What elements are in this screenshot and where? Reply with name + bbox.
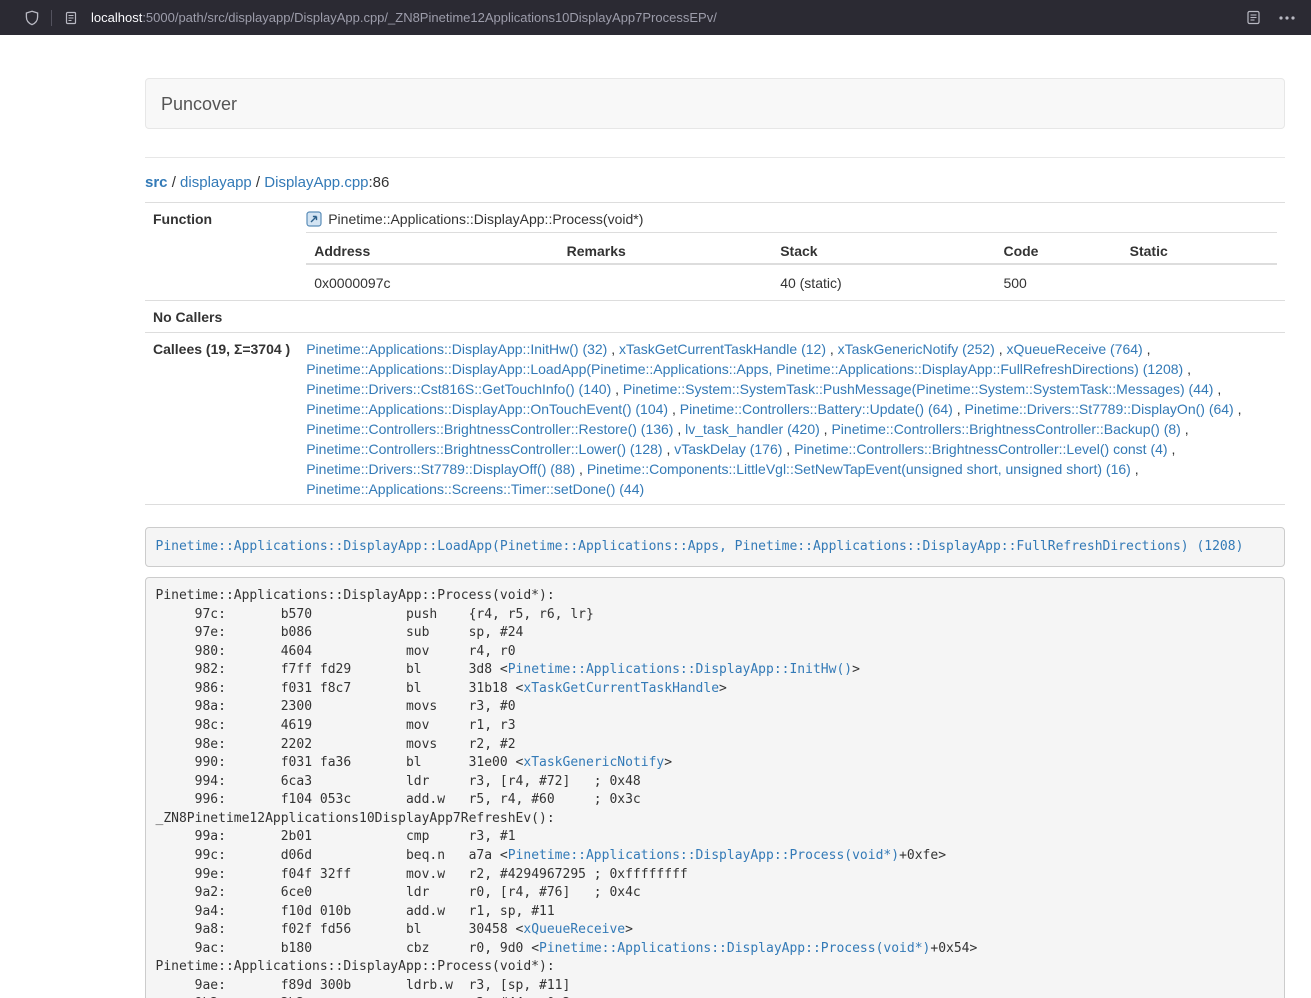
content-divider xyxy=(145,157,1285,158)
disassembly-block: Pinetime::Applications::DisplayApp::Proc… xyxy=(145,577,1285,998)
detail-cell: 40 (static) xyxy=(772,264,995,295)
breadcrumb-link[interactable]: DisplayApp.cpp xyxy=(264,174,368,191)
callees-row: Callees (19, Σ=3704 ) Pinetime::Applicat… xyxy=(145,333,1285,505)
callee-link[interactable]: Pinetime::Applications::DisplayApp::OnTo… xyxy=(306,401,668,417)
callees-label: Callees (19, Σ=3704 ) xyxy=(145,333,298,505)
app-brand[interactable]: Puncover xyxy=(161,94,237,114)
function-cell: Pinetime::Applications::DisplayApp::Proc… xyxy=(298,203,1285,301)
callee-link[interactable]: Pinetime::Controllers::BrightnessControl… xyxy=(831,421,1180,437)
column-header: Remarks xyxy=(559,233,773,265)
callee-link[interactable]: Pinetime::Controllers::BrightnessControl… xyxy=(306,441,662,457)
page-container: Puncover src / displayapp / DisplayApp.c… xyxy=(145,35,1285,998)
callee-link[interactable]: Pinetime::Applications::Screens::Timer::… xyxy=(306,481,644,497)
callee-link[interactable]: Pinetime::Drivers::St7789::DisplayOff() … xyxy=(306,461,575,477)
function-row: Function Pinetime::Applications::Display… xyxy=(145,203,1285,301)
reader-mode-icon[interactable] xyxy=(1241,6,1265,30)
column-header: Stack xyxy=(772,233,995,265)
no-callers-label: No Callers xyxy=(145,301,298,333)
page-info-icon[interactable] xyxy=(59,6,83,30)
callee-link[interactable]: xQueueReceive (764) xyxy=(1007,341,1143,357)
disasm-symbol-link[interactable]: xQueueReceive xyxy=(523,922,625,937)
browser-toolbar: localhost:5000/path/src/displayapp/Displ… xyxy=(0,0,1311,35)
url-host: localhost xyxy=(91,10,142,25)
function-type-icon xyxy=(306,211,322,227)
function-name: Pinetime::Applications::DisplayApp::Proc… xyxy=(328,209,643,229)
function-detail-table: AddressRemarksStackCodeStatic 0x0000097c… xyxy=(306,232,1277,295)
disasm-symbol-link[interactable]: Pinetime::Applications::DisplayApp::Proc… xyxy=(539,941,930,956)
callee-link[interactable]: Pinetime::Drivers::Cst816S::GetTouchInfo… xyxy=(306,381,611,397)
selected-symbol-box: Pinetime::Applications::DisplayApp::Load… xyxy=(145,527,1285,567)
selected-symbol-link[interactable]: Pinetime::Applications::DisplayApp::Load… xyxy=(156,539,1244,554)
column-header: Static xyxy=(1122,233,1277,265)
breadcrumb-link[interactable]: src xyxy=(145,174,168,191)
breadcrumb: src / displayapp / DisplayApp.cpp:86 xyxy=(145,174,1285,191)
url-path: :5000/path/src/displayapp/DisplayApp.cpp… xyxy=(142,10,717,25)
detail-cell: 0x0000097c xyxy=(306,264,558,295)
callee-link[interactable]: Pinetime::Applications::DisplayApp::Init… xyxy=(306,341,607,357)
detail-header-row: AddressRemarksStackCodeStatic xyxy=(306,233,1277,265)
callee-link[interactable]: Pinetime::Controllers::BrightnessControl… xyxy=(794,441,1167,457)
disasm-symbol-link[interactable]: xTaskGetCurrentTaskHandle xyxy=(523,681,719,696)
detail-cell xyxy=(559,264,773,295)
detail-value-row: 0x0000097c 40 (static)500 xyxy=(306,264,1277,295)
url-bar[interactable]: localhost:5000/path/src/displayapp/Displ… xyxy=(91,10,1231,25)
callee-link[interactable]: lv_task_handler (420) xyxy=(685,421,820,437)
function-info-table: Function Pinetime::Applications::Display… xyxy=(145,202,1285,505)
function-row-label: Function xyxy=(145,203,298,301)
callee-link[interactable]: Pinetime::System::SystemTask::PushMessag… xyxy=(623,381,1214,397)
column-header: Code xyxy=(995,233,1121,265)
callee-link[interactable]: xTaskGetCurrentTaskHandle (12) xyxy=(619,341,826,357)
breadcrumb-link[interactable]: displayapp xyxy=(180,174,252,191)
overflow-menu-icon[interactable] xyxy=(1275,6,1299,30)
shield-icon[interactable] xyxy=(20,6,44,30)
no-callers-row: No Callers xyxy=(145,301,1285,333)
callee-link[interactable]: xTaskGenericNotify (252) xyxy=(838,341,995,357)
disasm-symbol-link[interactable]: Pinetime::Applications::DisplayApp::Proc… xyxy=(508,848,899,863)
callee-link[interactable]: Pinetime::Controllers::Battery::Update()… xyxy=(680,401,953,417)
callees-cell: Pinetime::Applications::DisplayApp::Init… xyxy=(298,333,1285,505)
callee-link[interactable]: Pinetime::Controllers::BrightnessControl… xyxy=(306,421,673,437)
no-callers-cell xyxy=(298,301,1285,333)
disasm-symbol-link[interactable]: Pinetime::Applications::DisplayApp::Init… xyxy=(508,662,852,677)
app-header: Puncover xyxy=(145,78,1285,129)
callee-link[interactable]: vTaskDelay (176) xyxy=(674,441,782,457)
callee-link[interactable]: Pinetime::Applications::DisplayApp::Load… xyxy=(306,361,1183,377)
detail-cell: 500 xyxy=(995,264,1121,295)
column-header: Address xyxy=(306,233,558,265)
callee-link[interactable]: Pinetime::Drivers::St7789::DisplayOn() (… xyxy=(965,401,1234,417)
detail-cell xyxy=(1122,264,1277,295)
disasm-symbol-link[interactable]: xTaskGenericNotify xyxy=(523,755,664,770)
toolbar-divider xyxy=(51,10,52,26)
callee-link[interactable]: Pinetime::Components::LittleVgl::SetNewT… xyxy=(587,461,1131,477)
